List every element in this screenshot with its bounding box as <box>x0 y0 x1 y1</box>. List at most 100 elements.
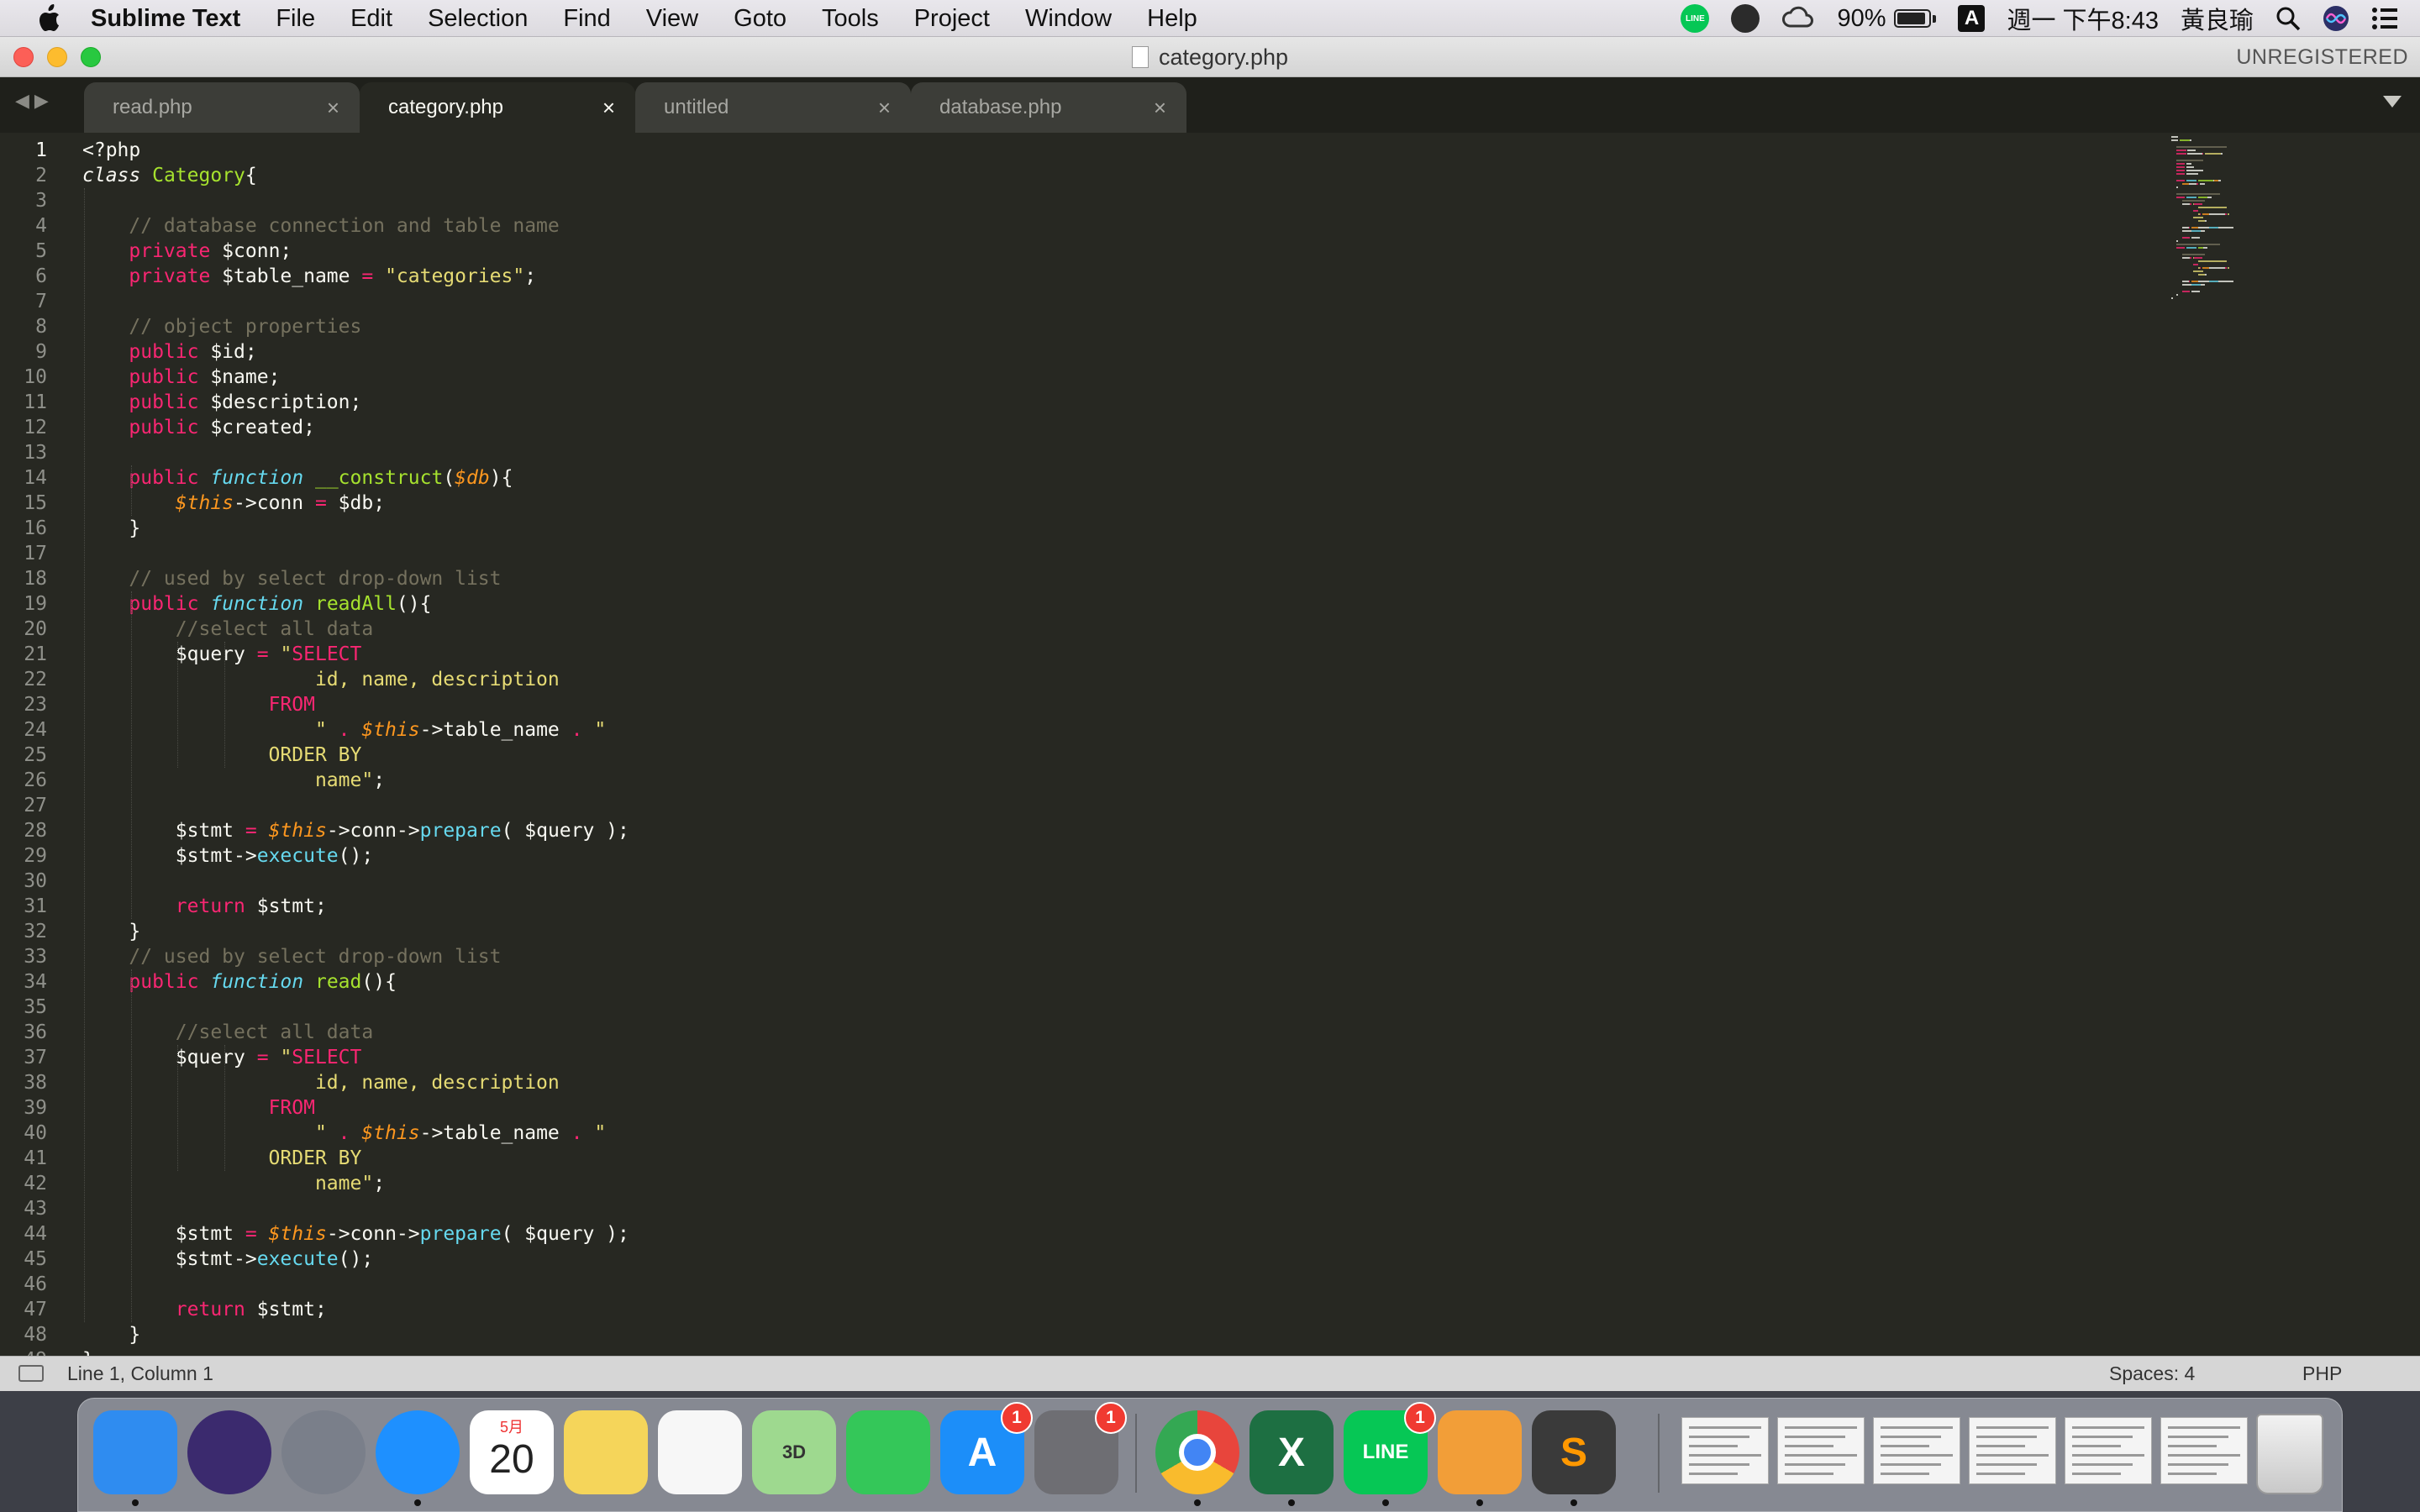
menu-goto[interactable]: Goto <box>716 0 804 37</box>
code-editor[interactable]: 1 2 3 4 5 6 7 8 9 10 11 12 13 14 15 16 17 18 19 20 21 22 23 24 2… <box>0 133 2420 1356</box>
code-line[interactable]: public $description; <box>82 390 361 415</box>
chrome-icon[interactable] <box>1155 1410 1239 1506</box>
siri-icon[interactable] <box>187 1410 271 1494</box>
menu-edit[interactable]: Edit <box>333 0 410 37</box>
code-line[interactable]: public $name; <box>82 365 280 390</box>
notification-center-icon[interactable] <box>2371 7 2398 30</box>
code-line[interactable]: public function read(){ <box>82 969 397 995</box>
code-line[interactable]: " . $this->table_name . " <box>82 717 606 743</box>
menu-view[interactable]: View <box>629 0 716 37</box>
minimap[interactable] <box>2168 133 2420 1356</box>
trash-icon[interactable] <box>2256 1414 2323 1494</box>
code-line[interactable]: $stmt = $this->conn->prepare( $query ); <box>82 818 629 843</box>
pages-icon[interactable] <box>1438 1410 1522 1506</box>
menu-help[interactable]: Help <box>1129 0 1215 37</box>
tab-database-php[interactable]: database.php × <box>911 82 1186 133</box>
sync-status-icon[interactable] <box>1731 4 1760 33</box>
syntax-selector[interactable]: PHP <box>2302 1357 2342 1390</box>
code-line[interactable]: $stmt->execute(); <box>82 843 373 869</box>
code-line[interactable]: $this->conn = $db; <box>82 491 385 516</box>
facetime-icon[interactable] <box>846 1410 930 1494</box>
line-icon[interactable]: LINE 1 <box>1344 1402 1436 1506</box>
maps-icon[interactable]: 3D <box>752 1410 836 1494</box>
code-line[interactable]: FROM <box>82 692 315 717</box>
siri-menu-icon[interactable] <box>2323 5 2349 32</box>
finder-thumbnail-1[interactable] <box>2065 1417 2152 1484</box>
document-thumbnail[interactable] <box>1681 1417 1769 1484</box>
input-method-icon[interactable]: A <box>1958 5 1986 32</box>
code-line[interactable]: <?php <box>82 138 140 163</box>
apple-menu-icon[interactable] <box>25 0 72 37</box>
code-line[interactable]: class Category{ <box>82 163 257 188</box>
code-line[interactable]: name"; <box>82 1171 385 1196</box>
tab-close-icon[interactable]: × <box>1154 82 1166 133</box>
excel-icon[interactable]: X <box>1249 1410 1334 1506</box>
code-line[interactable]: $query = "SELECT <box>82 642 362 667</box>
panel-toggle-icon[interactable] <box>18 1365 44 1382</box>
code-line[interactable]: return $stmt; <box>82 1297 327 1322</box>
code-line[interactable]: // used by select drop-down list <box>82 566 501 591</box>
tab-navigation-arrows-icon[interactable]: ◀▶ <box>15 91 54 112</box>
menu-file[interactable]: File <box>258 0 333 37</box>
code-line[interactable]: id, name, description <box>82 1070 560 1095</box>
code-line[interactable]: // used by select drop-down list <box>82 944 501 969</box>
excel-thumbnail[interactable] <box>1777 1417 1865 1484</box>
code-line[interactable]: $stmt = $this->conn->prepare( $query ); <box>82 1221 629 1247</box>
sublime-text-icon[interactable]: S <box>1532 1410 1616 1506</box>
finder-icon[interactable] <box>93 1410 177 1506</box>
battery-icon[interactable] <box>1894 9 1937 28</box>
code-line[interactable]: // object properties <box>82 314 361 339</box>
calendar-icon[interactable]: 5月 20 <box>470 1410 554 1494</box>
menu-project[interactable]: Project <box>897 0 1007 37</box>
launchpad-icon[interactable] <box>281 1410 366 1494</box>
clock[interactable]: 週一 下午8:43 <box>2007 1 2159 36</box>
code-line[interactable]: public $created; <box>82 415 315 440</box>
chrome-thumbnail[interactable] <box>1873 1417 1960 1484</box>
code-line[interactable]: private $table_name = "categories"; <box>82 264 536 289</box>
safari-icon[interactable] <box>376 1410 460 1506</box>
code-line[interactable]: //select all data <box>82 1020 373 1045</box>
menu-selection[interactable]: Selection <box>410 0 545 37</box>
tab-untitled[interactable]: untitled × <box>635 82 911 133</box>
creative-cloud-icon[interactable] <box>1781 6 1815 31</box>
code-line[interactable]: public function __construct($db){ <box>82 465 513 491</box>
spotlight-search-icon[interactable] <box>2275 6 2301 31</box>
code-line[interactable]: public function readAll(){ <box>82 591 431 617</box>
line-thumbnail[interactable] <box>1969 1417 2056 1484</box>
tab-close-icon[interactable]: × <box>327 82 339 133</box>
code-line[interactable]: // database connection and table name <box>82 213 559 239</box>
tab-list-dropdown-icon[interactable] <box>2383 96 2402 108</box>
notes-icon[interactable] <box>564 1410 648 1494</box>
reminders-icon[interactable] <box>658 1410 742 1494</box>
code-line[interactable]: } <box>82 1347 94 1356</box>
system-preferences-icon[interactable]: 1 <box>1034 1402 1127 1494</box>
tab-close-icon[interactable]: × <box>602 82 615 133</box>
tab-read-php[interactable]: read.php × <box>84 82 360 133</box>
line-status-icon[interactable]: LINE <box>1681 4 1710 33</box>
tab-close-icon[interactable]: × <box>878 82 891 133</box>
tab-category-php[interactable]: category.php × <box>360 82 635 133</box>
app-menu[interactable]: Sublime Text <box>72 0 258 37</box>
code-line[interactable]: name"; <box>82 768 385 793</box>
code-line[interactable]: FROM <box>82 1095 315 1121</box>
code-line[interactable]: " . $this->table_name . " <box>82 1121 606 1146</box>
code-line[interactable]: $query = "SELECT <box>82 1045 362 1070</box>
code-line[interactable]: } <box>82 919 140 944</box>
code-line[interactable]: ORDER BY <box>82 743 362 768</box>
code-line[interactable]: } <box>82 1322 140 1347</box>
app-store-icon[interactable]: A1 <box>940 1402 1033 1494</box>
user-name[interactable]: 黃良瑜 <box>2181 1 2254 36</box>
code-line[interactable]: id, name, description <box>82 667 560 692</box>
code-line[interactable]: ORDER BY <box>82 1146 362 1171</box>
code-line[interactable]: return $stmt; <box>82 894 327 919</box>
code-line[interactable]: $stmt->execute(); <box>82 1247 373 1272</box>
finder-thumbnail-2[interactable] <box>2160 1417 2248 1484</box>
code-line[interactable]: } <box>82 516 140 541</box>
code-line[interactable]: private $conn; <box>82 239 292 264</box>
menu-tools[interactable]: Tools <box>804 0 897 37</box>
indentation-setting[interactable]: Spaces: 4 <box>2109 1357 2195 1390</box>
code-line[interactable]: //select all data <box>82 617 373 642</box>
menu-find[interactable]: Find <box>545 0 628 37</box>
code-line[interactable]: public $id; <box>82 339 256 365</box>
code-area[interactable]: <?php class Category{ // database connect… <box>82 133 2149 1356</box>
